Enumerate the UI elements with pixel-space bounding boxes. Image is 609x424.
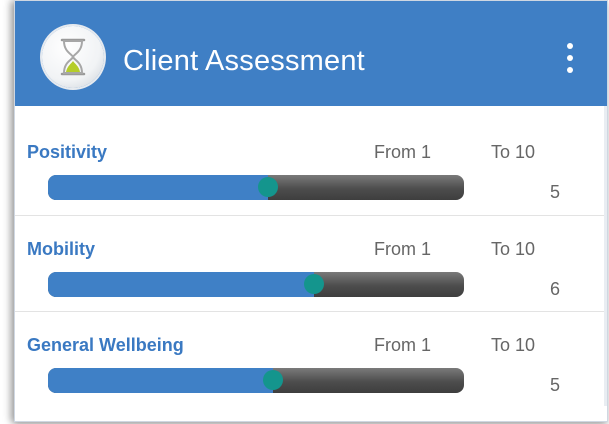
slider-row-general-wellbeing: General Wellbeing From 1 To 10 5 (15, 311, 607, 401)
slider-fill (48, 368, 273, 393)
scrollbar[interactable] (604, 106, 607, 406)
page-title: Client Assessment (123, 45, 365, 77)
slider-label: Mobility (27, 239, 95, 259)
max-label: To 10 (491, 142, 536, 162)
more-vert-icon[interactable] (560, 43, 580, 83)
slider-row-mobility: Mobility From 1 To 10 6 (15, 215, 607, 305)
slider-thumb[interactable] (262, 370, 283, 390)
slider-label: Positivity (27, 142, 108, 162)
positivity-slider[interactable] (48, 175, 464, 200)
slider-row-positivity: Positivity From 1 To 10 5 (15, 119, 607, 209)
slider-value: 5 (549, 182, 560, 202)
slider-fill (48, 272, 315, 297)
slider-label: General Wellbeing (27, 335, 184, 355)
min-label: From 1 (374, 142, 432, 162)
mobility-slider[interactable] (48, 272, 464, 297)
slider-thumb[interactable] (304, 274, 325, 294)
slider-fill (48, 175, 269, 200)
hourglass-icon (42, 26, 104, 88)
assessment-list: Positivity From 1 To 10 5 Mobility From … (15, 119, 607, 401)
slider-thumb[interactable] (258, 177, 279, 197)
max-label: To 10 (491, 335, 536, 355)
slider-value: 5 (549, 375, 560, 395)
min-label: From 1 (374, 335, 432, 355)
app-window: Client Assessment Positivity From 1 To 1… (14, 0, 608, 422)
app-bar: Client Assessment (15, 1, 607, 106)
max-label: To 10 (491, 239, 536, 259)
slider-value: 6 (549, 279, 560, 299)
min-label: From 1 (374, 239, 432, 259)
general-wellbeing-slider[interactable] (48, 368, 464, 393)
